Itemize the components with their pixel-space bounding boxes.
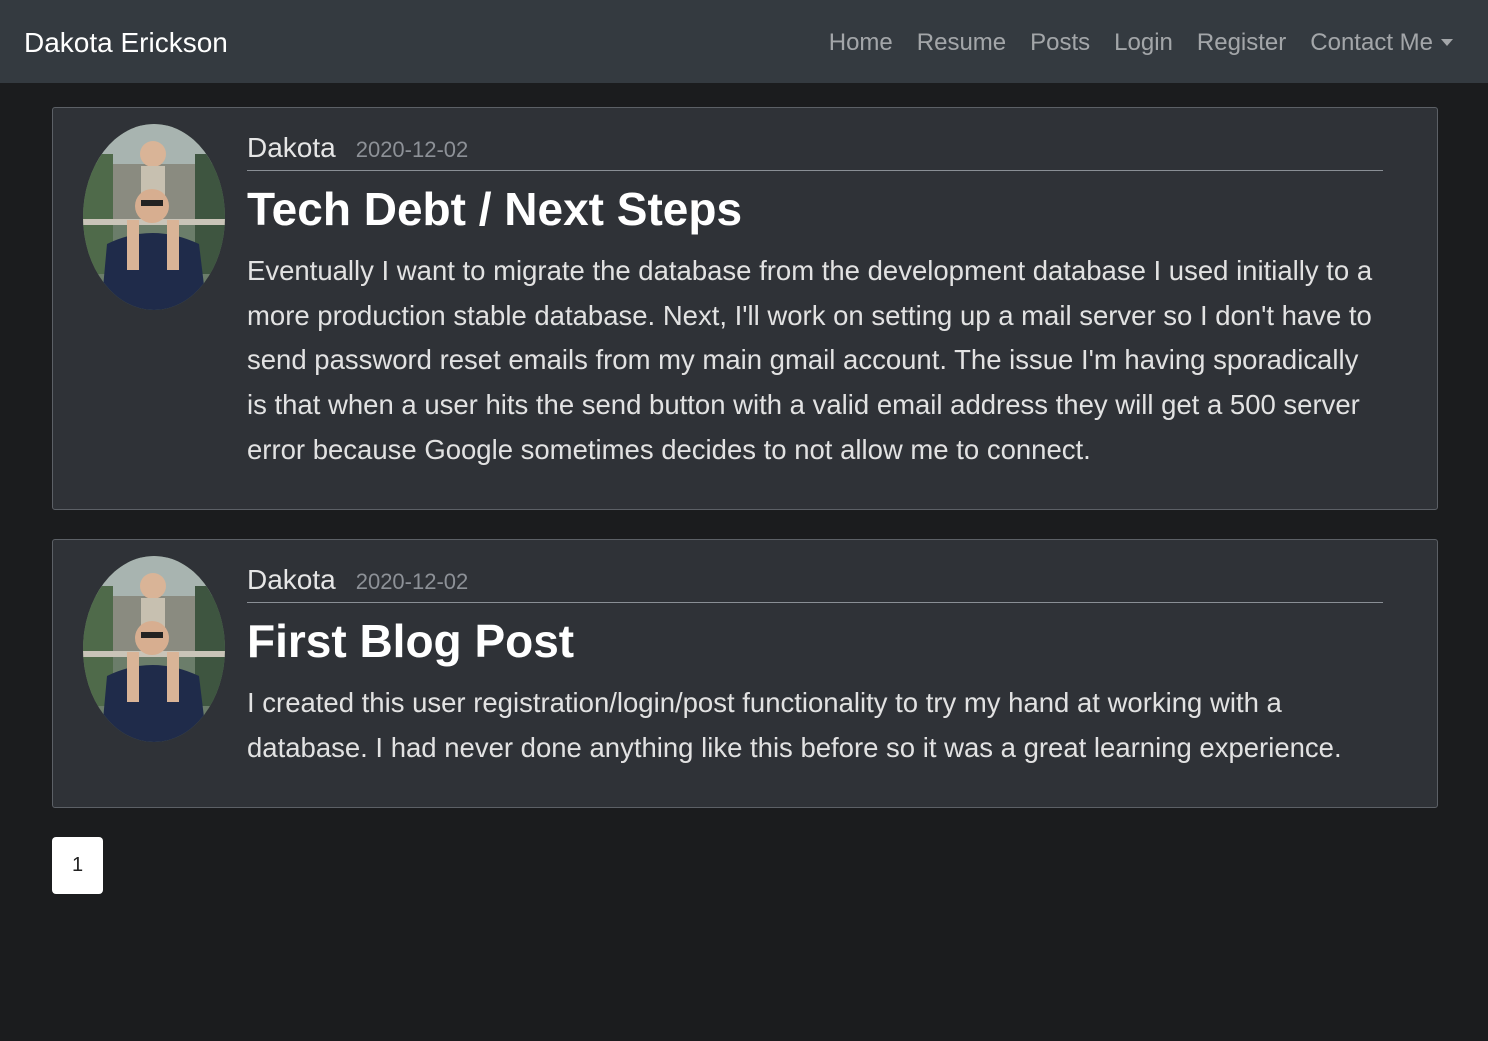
contact-me-dropdown[interactable]: Contact Me (1310, 26, 1453, 60)
nav-link-posts[interactable]: Posts (1030, 26, 1090, 60)
post-card: Dakota 2020-12-02 First Blog Post I crea… (52, 539, 1438, 808)
caret-down-icon (1441, 39, 1453, 46)
post-title[interactable]: Tech Debt / Next Steps (247, 179, 1383, 239)
post-title[interactable]: First Blog Post (247, 611, 1383, 671)
post-card: Dakota 2020-12-02 Tech Debt / Next Steps… (52, 107, 1438, 510)
post-body: Dakota 2020-12-02 Tech Debt / Next Steps… (247, 128, 1383, 473)
post-date: 2020-12-02 (355, 137, 469, 162)
post-body: Dakota 2020-12-02 First Blog Post I crea… (247, 560, 1383, 770)
pagination-page-button[interactable]: 1 (52, 837, 103, 894)
avatar (83, 556, 225, 742)
post-meta: Dakota 2020-12-02 (247, 128, 1383, 171)
nav-link-register[interactable]: Register (1197, 26, 1286, 60)
top-navbar: Dakota Erickson Home Resume Posts Login … (0, 0, 1488, 83)
post-content: Eventually I want to migrate the databas… (247, 255, 1373, 465)
nav-links: Home Resume Posts Login Register Contact… (805, 26, 1453, 60)
nav-link-home[interactable]: Home (829, 26, 893, 60)
brand-link[interactable]: Dakota Erickson (24, 23, 228, 63)
post-author[interactable]: Dakota (247, 560, 336, 600)
post-date: 2020-12-02 (355, 569, 469, 594)
avatar (83, 124, 225, 310)
post-author[interactable]: Dakota (247, 128, 336, 168)
post-meta: Dakota 2020-12-02 (247, 560, 1383, 603)
contact-me-label: Contact Me (1310, 29, 1433, 56)
post-content: I created this user registration/login/p… (247, 687, 1342, 763)
nav-link-resume[interactable]: Resume (917, 26, 1006, 60)
nav-link-login[interactable]: Login (1114, 26, 1173, 60)
